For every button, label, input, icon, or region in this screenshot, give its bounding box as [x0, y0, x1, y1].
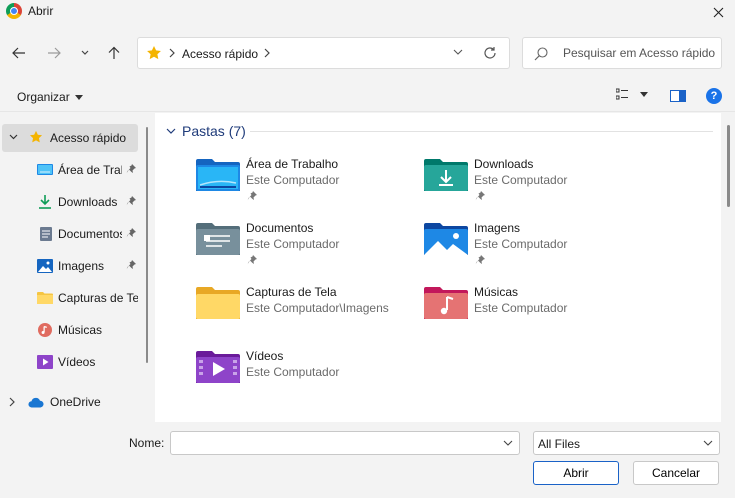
- desktop-icon: [37, 164, 53, 175]
- recent-locations-button[interactable]: [74, 42, 96, 64]
- chrome-app-icon: [6, 3, 22, 19]
- view-options-button[interactable]: [616, 88, 648, 100]
- file-type-value: All Files: [538, 437, 581, 451]
- pin-icon: [247, 191, 257, 201]
- downloads-folder-icon: [424, 159, 468, 191]
- file-name-input[interactable]: [175, 436, 495, 450]
- music-folder-icon: [424, 287, 468, 319]
- file-name-label: Nome:: [129, 436, 165, 450]
- pin-icon[interactable]: [126, 196, 136, 206]
- cancel-button[interactable]: Cancelar: [633, 461, 719, 485]
- organize-label: Organizar: [17, 90, 70, 104]
- dialog-footer: Nome: All Files Abrir Cancelar: [0, 422, 735, 498]
- desktop-folder-icon: [196, 159, 240, 191]
- sidebar-item-videos[interactable]: Vídeos: [0, 348, 138, 376]
- folder-videos[interactable]: Vídeos Este Computador: [196, 349, 416, 405]
- documents-folder-icon: [196, 223, 240, 255]
- sidebar-item-documents[interactable]: Documentos: [0, 220, 138, 248]
- screenshots-folder-icon: [196, 287, 240, 319]
- content-scrollbar[interactable]: [727, 125, 730, 207]
- folder-screenshots[interactable]: Capturas de Tela Este Computador\Imagens: [196, 285, 416, 341]
- pin-icon[interactable]: [126, 260, 136, 270]
- sidebar-item-onedrive[interactable]: OneDrive: [0, 388, 138, 416]
- refresh-icon[interactable]: [483, 46, 497, 60]
- title-bar: Abrir: [0, 0, 735, 24]
- folder-images[interactable]: Imagens Este Computador: [424, 221, 644, 277]
- star-icon: [29, 130, 43, 143]
- folder-documents[interactable]: Documentos Este Computador: [196, 221, 416, 277]
- folder-icon: [37, 292, 53, 304]
- chevron-down-icon: [81, 50, 89, 55]
- chevron-down-icon: [703, 440, 713, 446]
- chevron-right-icon: [169, 48, 175, 58]
- folder-desktop[interactable]: Área de Trabalho Este Computador: [196, 157, 416, 213]
- address-history-dropdown[interactable]: [453, 49, 463, 55]
- window-title: Abrir: [28, 4, 54, 18]
- pin-icon[interactable]: [126, 228, 136, 238]
- pin-icon: [475, 191, 485, 201]
- navigation-bar: Acesso rápido: [0, 36, 735, 70]
- star-icon: [147, 46, 161, 60]
- sidebar-item-screenshots[interactable]: Capturas de Tela: [0, 284, 138, 312]
- caret-down-icon: [640, 91, 648, 97]
- preview-pane-icon[interactable]: [670, 90, 686, 102]
- navigation-pane: Acesso rápido Área de Trabalho Downloads…: [0, 113, 155, 423]
- close-icon: [713, 7, 723, 17]
- back-button[interactable]: [8, 42, 30, 64]
- folder-music[interactable]: Músicas Este Computador: [424, 285, 644, 341]
- sidebar-item-music[interactable]: Músicas: [0, 316, 138, 344]
- group-label: Pastas (7): [182, 123, 246, 139]
- image-icon: [37, 259, 53, 273]
- list-view-icon: [616, 88, 628, 100]
- help-icon[interactable]: ?: [706, 88, 722, 104]
- video-icon: [37, 355, 53, 369]
- organize-button[interactable]: Organizar: [17, 90, 83, 104]
- pin-icon: [247, 255, 257, 265]
- file-name-field[interactable]: [170, 431, 520, 455]
- sidebar-item-quick-access[interactable]: Acesso rápido: [2, 124, 138, 152]
- chevron-down-icon[interactable]: [503, 440, 513, 446]
- sidebar-scrollbar[interactable]: [146, 127, 148, 363]
- arrow-up-icon: [108, 46, 120, 59]
- arrow-left-icon: [12, 47, 25, 59]
- chevron-right-icon[interactable]: [264, 48, 270, 58]
- command-bar: Organizar ?: [0, 82, 735, 112]
- file-list: Pastas (7) Área de Trabalho Este Computa…: [155, 113, 721, 422]
- sidebar-item-desktop[interactable]: Área de Trabalho: [0, 156, 138, 184]
- arrow-right-icon: [48, 47, 61, 59]
- pin-icon: [475, 255, 485, 265]
- address-bar[interactable]: Acesso rápido: [137, 37, 510, 69]
- document-icon: [40, 227, 52, 241]
- sidebar-item-downloads[interactable]: Downloads: [0, 188, 138, 216]
- folder-downloads[interactable]: Downloads Este Computador: [424, 157, 644, 213]
- group-header-folders[interactable]: Pastas (7): [166, 123, 246, 139]
- chevron-right-icon[interactable]: [9, 397, 15, 407]
- images-folder-icon: [424, 223, 468, 255]
- pin-icon[interactable]: [126, 164, 136, 174]
- chevron-down-icon: [166, 128, 176, 134]
- search-box[interactable]: [522, 37, 722, 69]
- group-divider: [250, 131, 713, 132]
- videos-folder-icon: [196, 351, 240, 383]
- close-button[interactable]: [701, 0, 735, 24]
- search-input[interactable]: [563, 46, 718, 60]
- music-icon: [38, 323, 52, 337]
- forward-button[interactable]: [43, 42, 65, 64]
- file-type-select[interactable]: All Files: [533, 431, 720, 455]
- open-button[interactable]: Abrir: [533, 461, 619, 485]
- up-button[interactable]: [103, 42, 125, 64]
- caret-down-icon: [74, 94, 83, 100]
- search-icon: [534, 47, 548, 61]
- download-icon: [39, 195, 51, 209]
- chevron-down-icon[interactable]: [9, 134, 18, 140]
- cloud-icon: [28, 397, 44, 408]
- breadcrumb-root[interactable]: Acesso rápido: [182, 47, 258, 61]
- sidebar-item-images[interactable]: Imagens: [0, 252, 138, 280]
